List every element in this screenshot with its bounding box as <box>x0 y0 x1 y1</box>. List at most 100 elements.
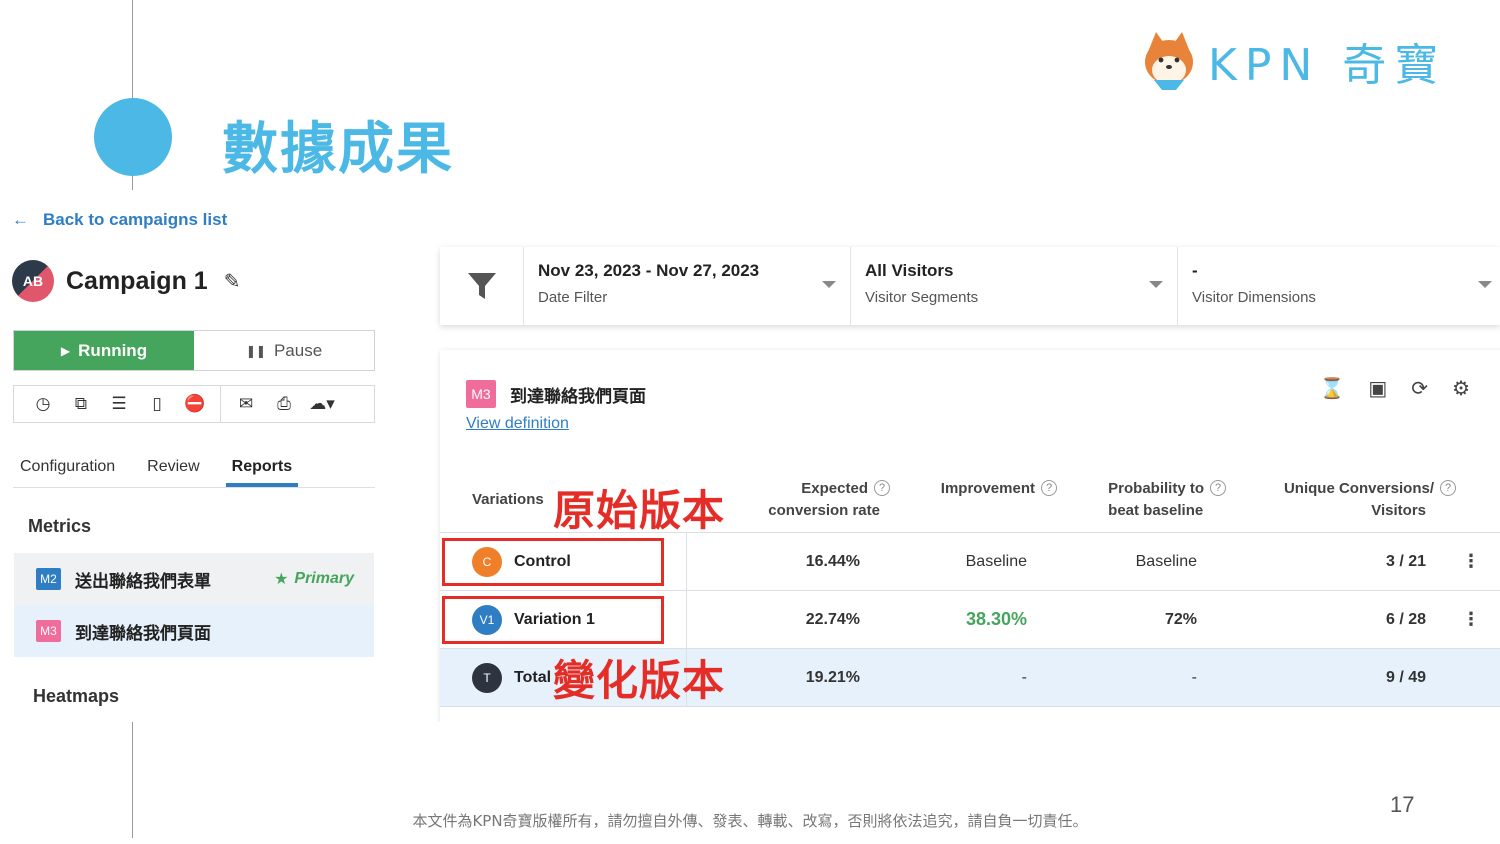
timeline-line-mid <box>132 176 133 190</box>
metric-item-m3[interactable]: M3 到達聯絡我們頁面 <box>14 605 374 657</box>
tab-configuration[interactable]: Configuration <box>20 458 115 487</box>
star-icon: ★ <box>274 571 289 588</box>
back-to-campaigns-link[interactable]: ← Back to campaigns list <box>12 210 227 230</box>
date-filter-value: Nov 23, 2023 - Nov 27, 2023 <box>538 261 760 280</box>
expected-rate: 22.74% <box>805 611 860 628</box>
probability: Baseline <box>1135 553 1197 570</box>
cloud-download-icon[interactable]: ☁▾ <box>303 394 341 414</box>
pause-button[interactable]: ❚❚ Pause <box>194 331 374 370</box>
filter-toggle[interactable] <box>440 247 524 325</box>
primary-tag: ★ Primary <box>274 569 354 589</box>
refresh-icon[interactable]: ⟳ <box>1411 376 1428 401</box>
report-tools: ⌛ ▣ ⟳ ⚙ <box>1319 376 1470 401</box>
variation-highlight-box <box>442 596 664 644</box>
view-definition-link[interactable]: View definition <box>466 415 569 433</box>
app-screenshot: ← Back to campaigns list AB Campaign 1 ✎… <box>0 200 1500 722</box>
inbox-icon[interactable]: ▯ <box>138 394 176 414</box>
date-filter-dropdown[interactable]: Nov 23, 2023 - Nov 27, 2023 Date Filter <box>524 247 851 325</box>
campaign-toolbar: ◷ ⧉ ☰ ▯ ⛔ ✉ ⎙ ☁▾ <box>13 385 375 423</box>
annotation-original: 原始版本 <box>553 486 726 535</box>
hourglass-icon[interactable]: ⌛ <box>1319 376 1344 401</box>
heatmaps-heading: Heatmaps <box>33 686 120 706</box>
pause-icon: ❚❚ <box>245 343 266 358</box>
help-icon[interactable]: ? <box>1210 480 1226 496</box>
ab-test-icon: AB <box>12 260 54 302</box>
visitor-dimensions-dropdown[interactable]: - Visitor Dimensions <box>1178 247 1500 325</box>
annotation-variation: 變化版本 <box>553 656 726 705</box>
pencil-icon[interactable]: ✎ <box>224 269 241 294</box>
toolbar-divider <box>220 386 221 422</box>
date-filter-label: Date Filter <box>538 289 608 306</box>
chevron-down-icon <box>822 281 836 288</box>
copyright-footer: 本文件為KPN奇寶版權所有，請勿擅自外傳、發表、轉載、改寫，否則將依法追究，請自… <box>412 812 1088 830</box>
expected-rate: 19.21% <box>805 669 860 686</box>
report-title: 到達聯絡我們頁面 <box>510 386 646 406</box>
bookmark-icon[interactable]: ▣ <box>1368 376 1387 401</box>
improvement: Baseline <box>965 553 1027 570</box>
stop-icon[interactable]: ⛔ <box>176 394 214 414</box>
more-options-icon[interactable]: ⋮ <box>1462 533 1480 590</box>
history-icon[interactable]: ◷ <box>24 394 62 414</box>
more-options-icon[interactable]: ⋮ <box>1462 591 1480 648</box>
slide-title: 數據成果 <box>222 117 454 182</box>
conversions: 9 / 49 <box>1385 669 1426 686</box>
col-unique-conversions: Unique Conversions/? Visitors <box>1284 478 1456 522</box>
segments-label: Visitor Segments <box>865 289 979 306</box>
chevron-down-icon <box>1149 281 1163 288</box>
chevron-down-icon <box>1478 281 1492 288</box>
metrics-heading: Metrics <box>28 516 92 536</box>
report-metric-badge: M3 <box>466 380 496 408</box>
variation-badge: T <box>472 662 502 693</box>
campaign-header: AB Campaign 1 ✎ <box>12 260 240 302</box>
timeline-dot <box>94 98 172 176</box>
segments-value: All Visitors <box>865 261 954 280</box>
running-button[interactable]: ▶ Running <box>14 331 194 370</box>
status-toggle: ▶ Running ❚❚ Pause <box>13 330 375 371</box>
metric-badge: M2 <box>36 568 61 590</box>
probability: 72% <box>1164 611 1197 628</box>
arrow-left-icon: ← <box>12 210 29 229</box>
campaign-tabs: Configuration Review Reports <box>13 458 375 488</box>
mail-icon[interactable]: ✉ <box>227 394 265 414</box>
dimensions-label: Visitor Dimensions <box>1192 289 1316 306</box>
kpn-logo: KPN 奇寶 <box>1140 26 1446 96</box>
col-expected: Expected? conversion rate <box>768 478 890 522</box>
metric-item-m2[interactable]: M2 送出聯絡我們表單 ★ Primary <box>14 553 374 605</box>
variation-name: Total <box>514 668 552 686</box>
print-icon[interactable]: ⎙ <box>265 394 303 414</box>
pause-label: Pause <box>273 340 323 360</box>
col-variations: Variations <box>472 491 544 508</box>
improvement: 38.30% <box>965 609 1027 629</box>
help-icon[interactable]: ? <box>1041 480 1057 496</box>
tab-reports[interactable]: Reports <box>225 458 299 487</box>
metric-badge: M3 <box>36 620 61 642</box>
duplicate-icon[interactable]: ⧉ <box>62 394 100 414</box>
filter-bar: Nov 23, 2023 - Nov 27, 2023 Date Filter … <box>440 247 1500 325</box>
conversions: 3 / 21 <box>1385 553 1426 570</box>
visitor-segments-dropdown[interactable]: All Visitors Visitor Segments <box>851 247 1178 325</box>
campaign-name: Campaign 1 <box>66 266 208 295</box>
metric-label: 送出聯絡我們表單 <box>75 571 211 591</box>
control-highlight-box <box>442 538 664 586</box>
dimensions-value: - <box>1192 261 1198 280</box>
help-icon[interactable]: ? <box>874 480 890 496</box>
logo-text: KPN 奇寶 <box>1208 40 1447 91</box>
database-icon[interactable]: ☰ <box>100 394 138 414</box>
running-label: Running <box>78 340 148 360</box>
play-icon: ▶ <box>60 343 71 358</box>
metric-label: 到達聯絡我們頁面 <box>75 623 211 643</box>
col-probability: Probability to? beat baseline <box>1108 478 1226 522</box>
col-improvement: Improvement? <box>941 478 1057 500</box>
gear-icon[interactable]: ⚙ <box>1452 376 1470 401</box>
tab-review[interactable]: Review <box>147 458 199 487</box>
improvement: - <box>1021 669 1027 686</box>
help-icon[interactable]: ? <box>1440 480 1456 496</box>
funnel-icon <box>467 273 496 299</box>
shiba-mascot-icon <box>1145 32 1193 90</box>
back-link-label: Back to campaigns list <box>43 210 228 229</box>
conversions: 6 / 28 <box>1385 611 1426 628</box>
probability: - <box>1191 669 1197 686</box>
primary-label: Primary <box>294 570 354 587</box>
report-header: M3 到達聯絡我們頁面 <box>466 380 646 408</box>
timeline-line-top <box>132 0 133 98</box>
